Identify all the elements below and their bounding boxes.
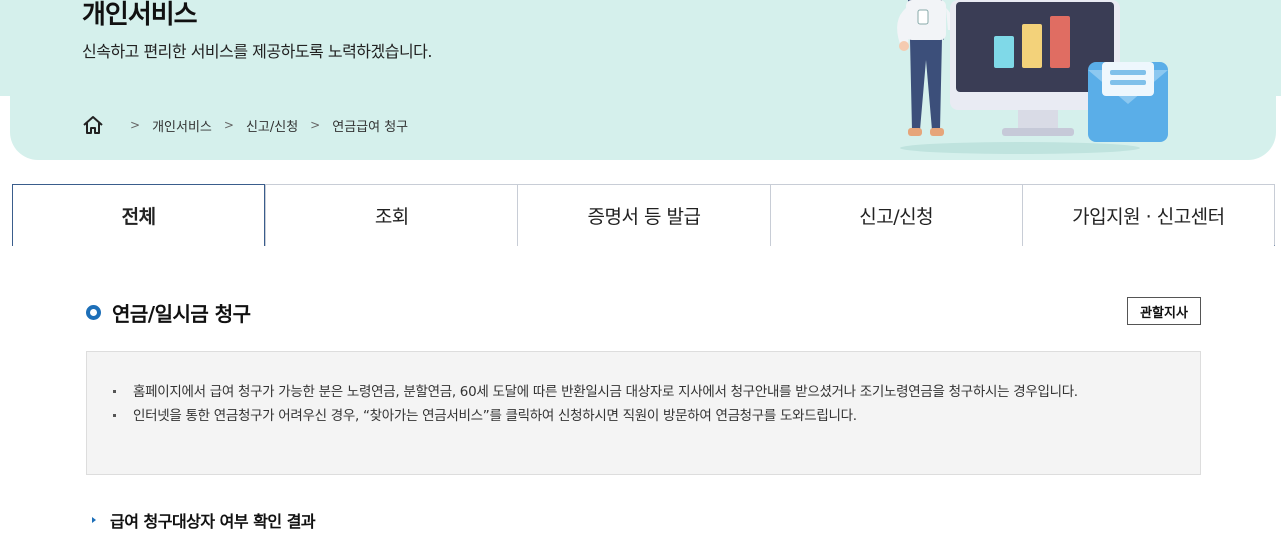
- tab-support-center[interactable]: 가입지원 · 신고센터: [1021, 185, 1275, 246]
- breadcrumb-item-report[interactable]: 신고/신청: [246, 116, 298, 135]
- page-subtitle: 신속하고 편리한 서비스를 제공하도록 노력하겠습니다.: [82, 42, 433, 61]
- breadcrumb-item-pension-claim[interactable]: 연금급여 청구: [332, 116, 408, 135]
- result-subtitle-text: 급여 청구대상자 여부 확인 결과: [110, 512, 316, 531]
- breadcrumb-separator: >: [223, 118, 234, 132]
- hero-illustration: [897, 0, 1168, 154]
- breadcrumb-separator: >: [130, 118, 141, 132]
- tab-inquiry[interactable]: 조회: [265, 185, 518, 246]
- breadcrumb-separator: >: [310, 118, 321, 132]
- section-title: 연금/일시금 청구: [86, 298, 251, 327]
- home-icon[interactable]: [82, 114, 104, 136]
- notice-box: 홈페이지에서 급여 청구가 가능한 분은 노령연금, 분할연금, 60세 도달에…: [86, 351, 1201, 475]
- tab-report-apply[interactable]: 신고/신청: [769, 185, 1022, 246]
- triangle-bullet-icon: [92, 517, 96, 523]
- result-subtitle: 급여 청구대상자 여부 확인 결과: [92, 508, 316, 532]
- page-title: 개인서비스: [82, 0, 198, 30]
- notice-item: 인터넷을 통한 연금청구가 어려우신 경우, “찾아가는 연금서비스”를 클릭하…: [111, 404, 1170, 428]
- circle-bullet-icon: [86, 305, 101, 320]
- category-tabs: 전체 조회 증명서 등 발급 신고/신청 가입지원 · 신고센터: [12, 184, 1275, 246]
- jurisdiction-office-button[interactable]: 관할지사: [1127, 297, 1201, 325]
- tab-all[interactable]: 전체: [12, 184, 266, 246]
- section-title-text: 연금/일시금 청구: [112, 302, 251, 326]
- breadcrumb-item-personal[interactable]: 개인서비스: [152, 116, 212, 135]
- tab-certificates[interactable]: 증명서 등 발급: [517, 185, 770, 246]
- notice-item: 홈페이지에서 급여 청구가 가능한 분은 노령연금, 분할연금, 60세 도달에…: [111, 380, 1170, 404]
- breadcrumb: > 개인서비스 > 신고/신청 > 연금급여 청구: [82, 114, 408, 136]
